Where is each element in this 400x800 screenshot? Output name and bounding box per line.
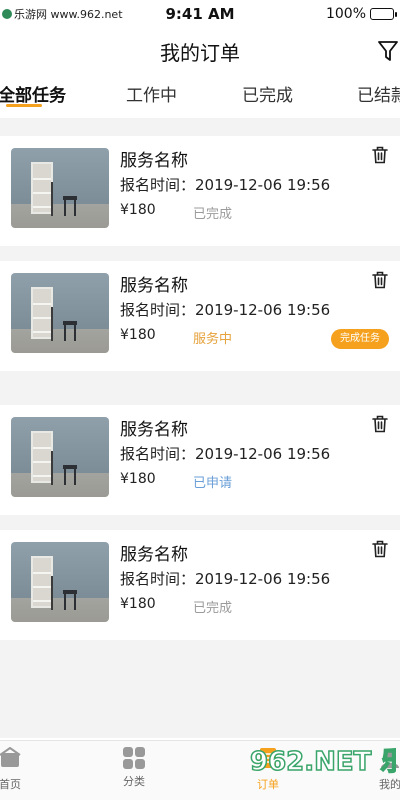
trash-icon[interactable] [372, 415, 388, 433]
order-card[interactable]: 服务名称 报名时间：2019-12-06 19:56 ¥180 已申请 [0, 405, 400, 515]
active-tab-indicator [6, 104, 42, 107]
order-status: 已完成 [193, 601, 233, 616]
signup-time: 报名时间：2019-12-06 19:56 [120, 176, 331, 194]
nav-home-label: 首页 [0, 778, 21, 791]
battery-percent: 100% [325, 6, 366, 22]
site-watermark-text: 962.NET 乐游网 [250, 747, 396, 777]
battery-status: 100% [325, 6, 397, 22]
signup-time: 报名时间：2019-12-06 19:56 [120, 445, 331, 463]
tab-in-progress[interactable]: 工作中 [126, 81, 177, 106]
order-card[interactable]: 服务名称 报名时间：2019-12-06 19:56 ¥180 服务中 完成任务 [0, 261, 400, 371]
order-price: ¥180 [120, 471, 156, 487]
home-icon [0, 746, 21, 767]
trash-icon[interactable] [372, 540, 388, 558]
trash-icon[interactable] [372, 271, 388, 289]
order-status: 已完成 [193, 207, 233, 222]
order-status: 已申请 [193, 476, 233, 491]
status-bar: 乐游网 www.962.net 9:41 AM 100% [0, 0, 400, 28]
tab-all-tasks[interactable]: 全部任务 [0, 81, 66, 106]
site-watermark-logo: 962.NET 乐游网 [249, 746, 396, 778]
signup-time: 报名时间：2019-12-06 19:56 [120, 570, 331, 588]
category-icon [123, 747, 145, 769]
page-title: 我的订单 [160, 41, 240, 65]
signup-time: 报名时间：2019-12-06 19:56 [120, 301, 331, 319]
order-price: ¥180 [120, 327, 156, 343]
service-thumbnail [11, 417, 109, 497]
service-thumbnail [11, 148, 109, 228]
tab-completed[interactable]: 已完成 [242, 81, 293, 106]
service-name: 服务名称 [120, 545, 188, 565]
battery-icon [370, 8, 397, 20]
order-price: ¥180 [120, 202, 156, 218]
service-name: 服务名称 [120, 420, 188, 440]
nav-home[interactable]: 首页 [0, 746, 26, 792]
order-tabs: 全部任务 工作中 已完成 已结款 [0, 76, 400, 116]
order-card[interactable]: 服务名称 报名时间：2019-12-06 19:56 ¥180 已完成 [0, 136, 400, 246]
trash-icon[interactable] [372, 146, 388, 164]
nav-category[interactable]: 分类 [116, 747, 152, 789]
service-name: 服务名称 [120, 151, 188, 171]
service-thumbnail [11, 273, 109, 353]
page-header: 我的订单 [0, 28, 400, 76]
service-thumbnail [11, 542, 109, 622]
tab-settled[interactable]: 已结款 [357, 81, 400, 106]
filter-icon[interactable] [378, 40, 398, 62]
order-price: ¥180 [120, 596, 156, 612]
order-card[interactable]: 服务名称 报名时间：2019-12-06 19:56 ¥180 已完成 [0, 530, 400, 640]
service-name: 服务名称 [120, 276, 188, 296]
complete-task-button[interactable]: 完成任务 [331, 329, 389, 349]
order-status: 服务中 [193, 332, 233, 347]
nav-category-label: 分类 [123, 775, 145, 788]
